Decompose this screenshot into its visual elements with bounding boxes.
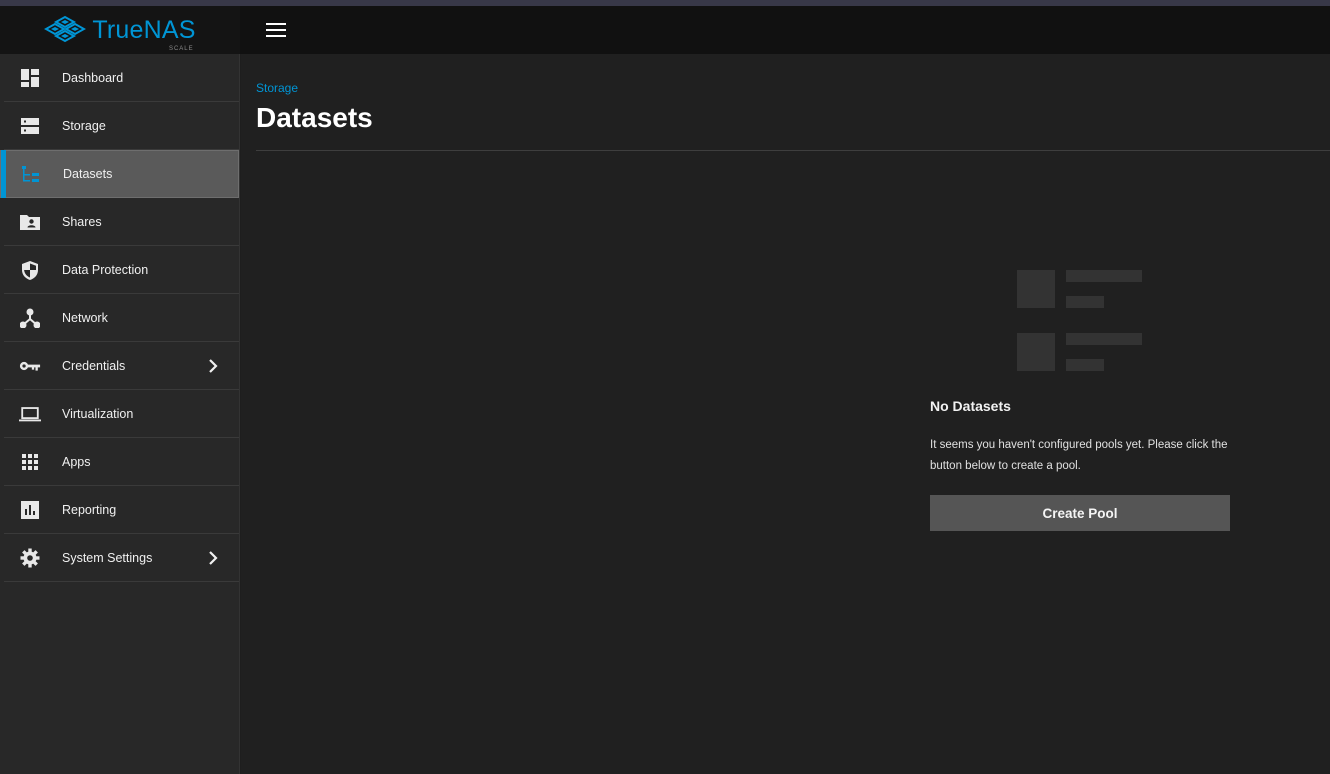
chevron-right-icon [209, 359, 218, 373]
breadcrumb-storage[interactable]: Storage [256, 81, 298, 95]
logo-area[interactable]: TrueNAS SCALE [0, 6, 240, 54]
network-icon [19, 308, 41, 328]
main-content: Storage Datasets No Datasets It seems yo… [241, 54, 1330, 774]
shares-icon [19, 212, 41, 232]
sidebar-item-apps[interactable]: Apps [4, 438, 239, 486]
truenas-logo-icon [44, 15, 87, 43]
sidebar-item-storage[interactable]: Storage [4, 102, 239, 150]
laptop-icon [19, 404, 41, 424]
dashboard-icon [19, 68, 41, 88]
apps-grid-icon [19, 452, 41, 472]
sidebar-item-credentials[interactable]: Credentials [4, 342, 239, 390]
empty-list-illustration-icon [1017, 270, 1142, 371]
gear-icon [19, 548, 41, 568]
sidebar-item-label: Reporting [62, 502, 117, 517]
sidebar-item-label: Network [62, 310, 108, 325]
storage-icon [19, 116, 41, 136]
empty-state-title: No Datasets [930, 398, 1011, 414]
sidebar-item-network[interactable]: Network [4, 294, 239, 342]
truenas-logo: TrueNAS SCALE [44, 15, 196, 52]
sidebar-item-datasets[interactable]: Datasets [0, 150, 239, 198]
sidebar-item-label: Shares [62, 214, 102, 229]
shield-icon [19, 260, 41, 280]
page-title: Datasets [256, 102, 373, 133]
sidebar-nav: Dashboard Storage Datasets Shares Data P… [0, 54, 240, 774]
sidebar-item-shares[interactable]: Shares [4, 198, 239, 246]
datasets-icon [20, 165, 42, 185]
sidebar-item-virtualization[interactable]: Virtualization [4, 390, 239, 438]
sidebar-item-dashboard[interactable]: Dashboard [4, 54, 239, 102]
sidebar-item-label: Dashboard [62, 70, 124, 85]
sidebar-item-label: Virtualization [62, 406, 134, 421]
chevron-right-icon [209, 551, 218, 565]
sidebar-item-label: Datasets [63, 167, 113, 181]
create-pool-button[interactable]: Create Pool [930, 495, 1230, 531]
sidebar-item-label: Storage [62, 118, 106, 133]
key-icon [19, 356, 41, 376]
sidebar-item-system-settings[interactable]: System Settings [4, 534, 239, 582]
sidebar-item-data-protection[interactable]: Data Protection [4, 246, 239, 294]
header-divider [256, 150, 1330, 151]
reporting-chart-icon [19, 500, 41, 520]
brand-edition: SCALE [168, 45, 194, 52]
brand-name: TrueNAS SCALE [92, 15, 196, 52]
sidebar-item-reporting[interactable]: Reporting [4, 486, 239, 534]
sidebar-item-label: System Settings [62, 550, 153, 565]
hamburger-menu-icon[interactable] [260, 18, 292, 42]
sidebar-item-label: Data Protection [62, 262, 149, 277]
brand-text: TrueNAS [92, 15, 196, 44]
top-bar: TrueNAS SCALE [0, 6, 1330, 54]
sidebar-item-label: Apps [62, 454, 91, 469]
empty-state-message: It seems you haven't configured pools ye… [930, 439, 1228, 472]
sidebar-item-label: Credentials [62, 358, 126, 373]
